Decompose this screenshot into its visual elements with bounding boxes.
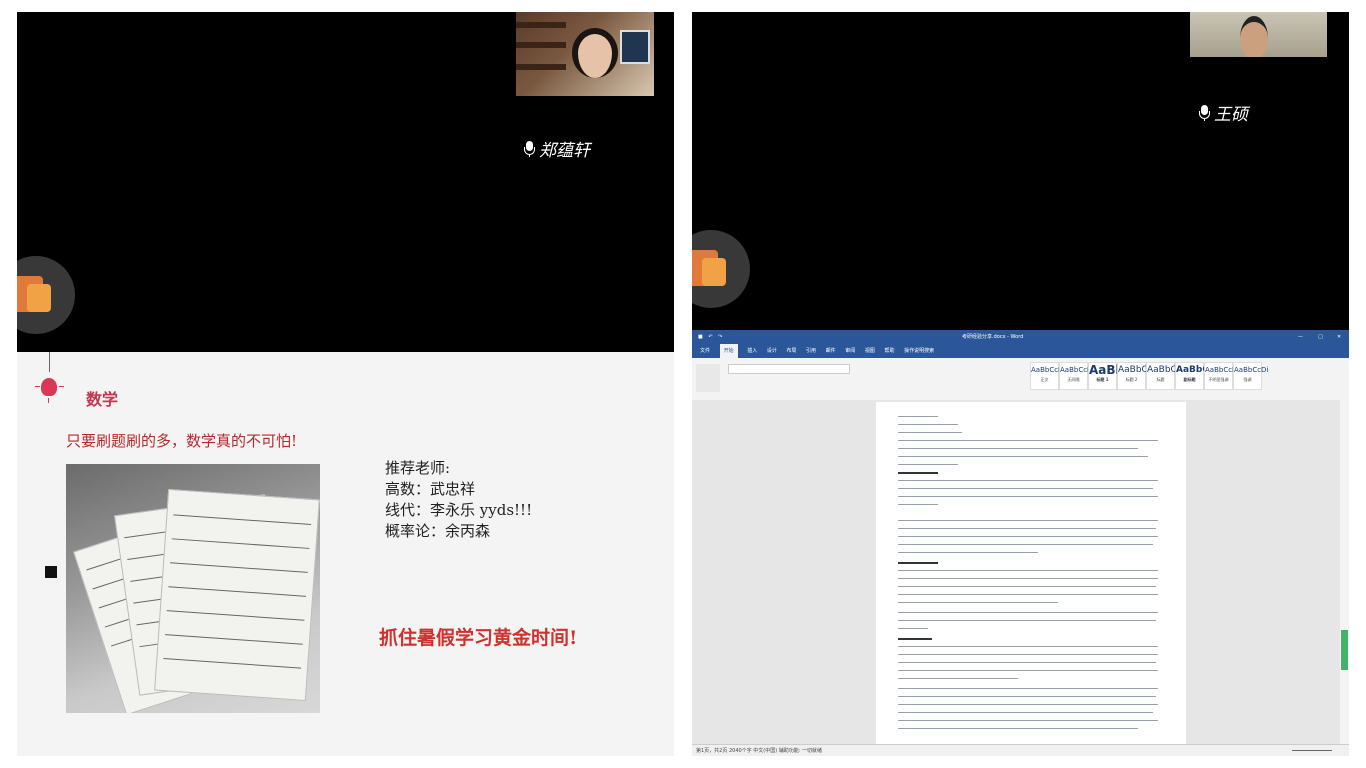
status-text: 第1页，共2页 2040个字 中文(中国) 辅助功能: 一切就绪 xyxy=(696,748,823,754)
paste-button[interactable] xyxy=(696,364,720,392)
participant-video-right[interactable] xyxy=(1190,12,1327,57)
lightbulb-icon xyxy=(41,378,57,396)
style-no-spacing[interactable]: AaBbCcDi 无间隔 xyxy=(1059,362,1094,390)
participant-name: 王硕 xyxy=(1214,105,1248,125)
vertical-scrollbar[interactable] xyxy=(1340,400,1349,744)
presentation-slide: 数学 只要刷题刷的多，数学真的不可怕! 推荐老师: 高数：武忠祥 线代：李永乐 … xyxy=(17,352,674,756)
bulb-cord xyxy=(49,352,50,372)
tab-references[interactable]: 引用 xyxy=(806,344,816,358)
microphone-icon xyxy=(1199,104,1210,121)
participant-name-tag: 郑蕴轩 xyxy=(524,136,590,161)
style-title[interactable]: AaBbC 标题 xyxy=(1146,362,1177,390)
left-video-panel: 郑蕴轩 数学 只要刷题刷的多，数学真的不可怕! 推荐老师: 高数：武忠祥 线代：… xyxy=(17,12,674,756)
bookshelf xyxy=(516,64,566,70)
teacher-line: 线代：李永乐 yyds!!! xyxy=(385,501,533,519)
teacher-line: 高数：武忠祥 xyxy=(385,480,476,498)
participant-name-tag: 王硕 xyxy=(1199,100,1248,125)
tab-review[interactable]: 审阅 xyxy=(845,344,855,358)
window-title: 考研经验分享.docx - Word xyxy=(962,334,1024,340)
document-canvas xyxy=(692,400,1349,744)
zoom-slider[interactable] xyxy=(1292,750,1332,751)
save-icon[interactable]: ■ xyxy=(698,334,703,340)
document-page[interactable] xyxy=(876,402,1186,744)
tab-home[interactable]: 开始 xyxy=(719,344,738,358)
find-replace-group[interactable] xyxy=(1288,364,1328,390)
floating-notes-button[interactable] xyxy=(17,256,75,334)
homework-photo xyxy=(66,464,320,713)
word-status-bar: 第1页，共2页 2040个字 中文(中国) 辅助功能: 一切就绪 xyxy=(692,744,1349,756)
participant-face xyxy=(1240,16,1268,57)
teacher-recommendations: 推荐老师: 高数：武忠祥 线代：李永乐 yyds!!! 概率论：余丙森 xyxy=(385,458,532,542)
home-ribbon: AaBbCcDi 正文 AaBbCcDi 无间隔 AaBl 标题 1 AaBbC 标题 … xyxy=(692,358,1349,401)
tell-me-search[interactable]: 操作说明搜索 xyxy=(904,344,934,358)
font-format-buttons[interactable] xyxy=(728,376,848,384)
slide-slogan: 抓住暑假学习黄金时间! xyxy=(379,627,578,649)
recommend-heading: 推荐老师: xyxy=(385,459,451,477)
right-video-panel: 王硕 ■ ↶ ↷ 考研经验分享.docx - Word — □ ✕ 文件 开始 … xyxy=(692,12,1349,756)
tab-help[interactable]: 帮助 xyxy=(884,344,894,358)
teacher-line: 概率论：余丙森 xyxy=(385,522,491,540)
participant-video-left[interactable] xyxy=(516,12,654,96)
participant-name: 郑蕴轩 xyxy=(539,141,590,161)
tab-file[interactable]: 文件 xyxy=(700,344,710,358)
monitor xyxy=(620,30,650,64)
redo-icon[interactable]: ↷ xyxy=(718,334,722,340)
bullet-square xyxy=(45,566,57,578)
floating-notes-button[interactable] xyxy=(692,230,750,308)
ribbon-tabs: 文件 开始 插入 设计 布局 引用 邮件 审阅 视图 帮助 操作说明搜索 xyxy=(692,344,1349,358)
font-name-select[interactable] xyxy=(728,364,850,374)
minimize-icon[interactable]: — xyxy=(1298,330,1303,344)
tab-mailings[interactable]: 邮件 xyxy=(826,344,836,358)
tab-insert[interactable]: 插入 xyxy=(747,344,757,358)
style-heading1[interactable]: AaBl 标题 1 xyxy=(1088,362,1120,390)
slide-subtitle: 只要刷题刷的多，数学真的不可怕! xyxy=(66,432,298,450)
word-title-bar: ■ ↶ ↷ 考研经验分享.docx - Word — □ ✕ xyxy=(692,330,1349,344)
style-emphasis[interactable]: AaBbCcDi 强调 xyxy=(1233,362,1268,390)
bookshelf xyxy=(516,42,566,48)
close-icon[interactable]: ✕ xyxy=(1337,330,1341,344)
participant-face xyxy=(572,28,618,78)
style-normal[interactable]: AaBbCcDi 正文 xyxy=(1030,362,1065,390)
style-subtle-emphasis[interactable]: AaBbCcDi 不明显强调 xyxy=(1204,362,1239,390)
tab-view[interactable]: 视图 xyxy=(865,344,875,358)
undo-icon[interactable]: ↶ xyxy=(708,334,712,340)
tab-layout[interactable]: 布局 xyxy=(786,344,796,358)
scroll-thumb[interactable] xyxy=(1341,630,1348,670)
bookshelf xyxy=(516,22,566,28)
tab-design[interactable]: 设计 xyxy=(767,344,777,358)
word-window: ■ ↶ ↷ 考研经验分享.docx - Word — □ ✕ 文件 开始 插入 … xyxy=(692,330,1349,756)
microphone-icon xyxy=(524,140,535,157)
maximize-icon[interactable]: □ xyxy=(1318,330,1323,344)
paragraph-controls[interactable] xyxy=(892,364,1002,384)
style-subtitle[interactable]: AaBbC 副标题 xyxy=(1175,362,1209,390)
style-heading2[interactable]: AaBbC 标题 2 xyxy=(1117,362,1148,390)
slide-title: 数学 xyxy=(86,390,119,409)
